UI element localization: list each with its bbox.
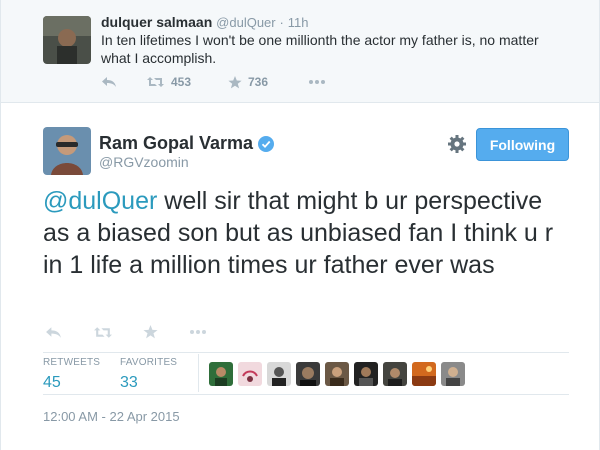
avatar[interactable] xyxy=(43,16,91,64)
more-button[interactable] xyxy=(189,329,207,335)
reply-icon xyxy=(102,77,116,87)
divider xyxy=(43,394,569,395)
favorite-button[interactable]: 736 xyxy=(228,75,308,89)
reply-icon xyxy=(46,326,61,338)
tweet-time[interactable]: 11h xyxy=(288,15,309,30)
avatar[interactable] xyxy=(441,362,465,386)
more-icon xyxy=(309,80,325,84)
retweet-icon xyxy=(147,77,164,87)
divider xyxy=(43,352,569,353)
more-button[interactable] xyxy=(308,79,326,85)
favorite-icon xyxy=(228,75,242,88)
favorite-button[interactable] xyxy=(143,325,189,339)
parent-tweet[interactable]: dulquer salmaan @dulQuer · 11h In ten li… xyxy=(1,0,599,103)
avatar[interactable] xyxy=(412,362,436,386)
retweets-label: RETWEETS xyxy=(43,357,101,368)
parent-tweet-actions: 453 736 xyxy=(101,73,326,91)
verified-badge-icon xyxy=(258,135,275,152)
parent-tweet-header: dulquer salmaan @dulQuer · 11h xyxy=(101,14,308,30)
author-name[interactable]: Ram Gopal Varma xyxy=(99,133,275,154)
tweet-actions xyxy=(45,321,207,343)
author-handle[interactable]: @RGVzoomin xyxy=(99,154,189,170)
avatar[interactable] xyxy=(238,362,262,386)
retweets-stat[interactable]: RETWEETS 45 xyxy=(43,357,100,392)
avatar[interactable] xyxy=(267,362,291,386)
avatar[interactable] xyxy=(209,362,233,386)
following-button[interactable]: Following xyxy=(476,128,569,161)
retweet-count[interactable]: 453 xyxy=(171,75,191,89)
reply-button[interactable] xyxy=(101,76,146,88)
favoriters-avatars xyxy=(209,362,470,386)
favorites-label: FAVORITES xyxy=(120,357,178,368)
tweet-timestamp[interactable]: 12:00 AM - 22 Apr 2015 xyxy=(43,409,180,424)
retweet-button[interactable] xyxy=(93,326,143,339)
author-handle[interactable]: @dulQuer xyxy=(216,15,275,30)
parent-tweet-text: In ten lifetimes I won't be one milliont… xyxy=(101,32,539,66)
favorites-stat[interactable]: FAVORITES 33 xyxy=(120,357,177,392)
more-icon xyxy=(190,330,206,334)
favorites-count[interactable]: 33 xyxy=(120,374,177,392)
author-name-text[interactable]: Ram Gopal Varma xyxy=(99,133,253,154)
retweet-icon xyxy=(94,326,112,338)
tweet-permalink: dulquer salmaan @dulQuer · 11h In ten li… xyxy=(0,0,600,450)
gear-icon[interactable] xyxy=(447,134,467,154)
author-name[interactable]: dulquer salmaan xyxy=(101,14,212,30)
tweet-text: @dulQuer well sir that might b ur perspe… xyxy=(43,185,573,281)
retweet-button[interactable]: 453 xyxy=(146,75,221,89)
avatar[interactable] xyxy=(383,362,407,386)
avatar[interactable] xyxy=(43,127,91,175)
avatar[interactable] xyxy=(354,362,378,386)
divider xyxy=(198,354,199,392)
avatar[interactable] xyxy=(296,362,320,386)
separator: · xyxy=(279,15,284,30)
reply-button[interactable] xyxy=(45,326,93,339)
favorite-icon xyxy=(143,325,158,339)
avatar[interactable] xyxy=(325,362,349,386)
retweets-count[interactable]: 45 xyxy=(43,374,100,392)
favorite-count[interactable]: 736 xyxy=(248,75,268,89)
mention-link[interactable]: @dulQuer xyxy=(43,187,157,215)
